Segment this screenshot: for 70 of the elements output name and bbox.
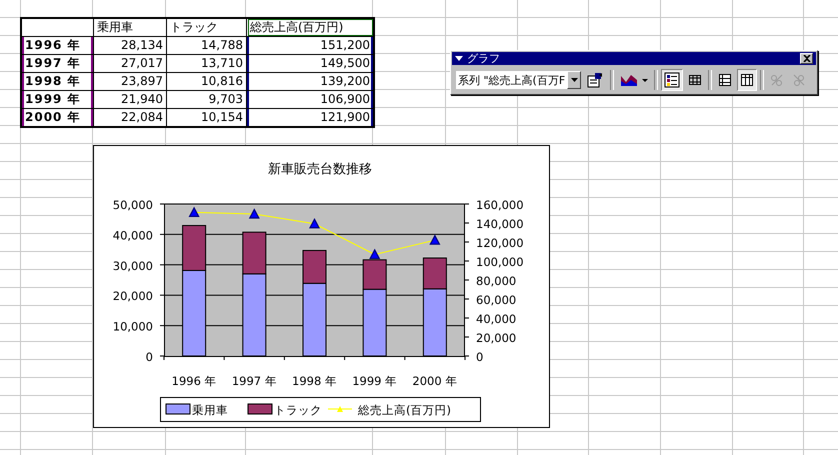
angled-text-icon — [770, 73, 784, 87]
row-header: 1998 年 — [21, 72, 94, 90]
row-header: 1996 年 — [21, 36, 94, 54]
table-cell: 23,897 — [94, 72, 166, 90]
table-cell: 106,900 — [246, 90, 374, 108]
triangle-marker — [309, 218, 320, 228]
triangle-marker — [369, 248, 380, 260]
axis-label: 0 — [476, 350, 484, 364]
triangle-marker — [188, 206, 200, 217]
toolbar-title: グラフ — [467, 52, 500, 65]
axis-label: 160,000 — [476, 198, 524, 212]
axis-label: 120,000 — [476, 236, 524, 250]
column-header: 総売上高(百万円) — [246, 18, 374, 36]
by-column-button[interactable] — [737, 69, 758, 91]
table-icon — [688, 74, 702, 86]
legend-label: 総売上高(百万円) — [358, 403, 451, 417]
axis-label: 80,000 — [476, 274, 516, 288]
category-label: 1996 年 — [172, 374, 217, 388]
table-cell: 9,703 — [166, 90, 246, 108]
columns-icon — [740, 73, 754, 87]
column-header: 乗用車 — [94, 18, 166, 36]
legend-icon — [664, 72, 680, 88]
legend-swatch — [248, 404, 272, 414]
table-cell: 10,816 — [166, 72, 246, 90]
format-icon — [586, 72, 604, 88]
axis-label: 10,000 — [112, 320, 153, 334]
category-label: 1997 年 — [232, 374, 277, 388]
table-cell: 21,940 — [94, 90, 166, 108]
category-label: 2000 年 — [412, 374, 458, 388]
rows-icon — [718, 73, 732, 87]
axis-label: 20,000 — [476, 331, 516, 345]
close-button[interactable] — [800, 53, 813, 64]
table-cell: 22,084 — [94, 108, 166, 127]
axis-label: 50,000 — [112, 198, 153, 212]
axis-label: 40,000 — [112, 228, 153, 242]
axis-label: 100,000 — [476, 255, 524, 269]
axis-label: 20,000 — [112, 289, 153, 304]
row-header: 1997 年 — [21, 54, 94, 72]
axis-label: 0 — [146, 350, 153, 364]
row-header: 2000 年 — [21, 108, 94, 127]
axis-label: 30,000 — [112, 258, 153, 273]
table-cell: 27,017 — [94, 54, 166, 72]
table-cell: 10,154 — [166, 108, 246, 127]
table-cell: 139,200 — [246, 72, 374, 90]
table-cell: 121,900 — [246, 108, 374, 127]
legend-line-marker — [328, 406, 352, 412]
legend-label: トラック — [274, 403, 322, 417]
area-chart-icon — [620, 72, 648, 88]
axis-label: 140,000 — [476, 217, 524, 231]
axis-label: 60,000 — [476, 293, 516, 307]
table-cell: 151,200 — [246, 36, 374, 54]
category-label: 1998 年 — [292, 374, 337, 388]
table-cell: 13,710 — [166, 54, 246, 72]
category-label: 1999 年 — [352, 374, 398, 388]
chart-title: 新車販売台数推移 — [268, 162, 372, 177]
table-cell: 14,788 — [166, 36, 246, 54]
table-cell: 28,134 — [94, 36, 166, 54]
legend-swatch — [166, 404, 190, 414]
triangle-marker — [248, 208, 260, 219]
row-header: 1999 年 — [21, 90, 94, 108]
column-header: トラック — [166, 18, 246, 36]
axis-label: 40,000 — [476, 312, 516, 326]
dropdown-icon[interactable] — [455, 56, 463, 61]
dropdown-icon — [570, 78, 578, 82]
angled-text-icon — [792, 73, 806, 87]
legend-label: 乗用車 — [192, 403, 228, 417]
triangle-marker — [429, 234, 440, 245]
chart-object-dropdown[interactable]: 系列 "総売上高(百万F — [456, 71, 582, 89]
legend-button[interactable] — [661, 69, 684, 91]
table-cell: 149,500 — [246, 54, 374, 72]
